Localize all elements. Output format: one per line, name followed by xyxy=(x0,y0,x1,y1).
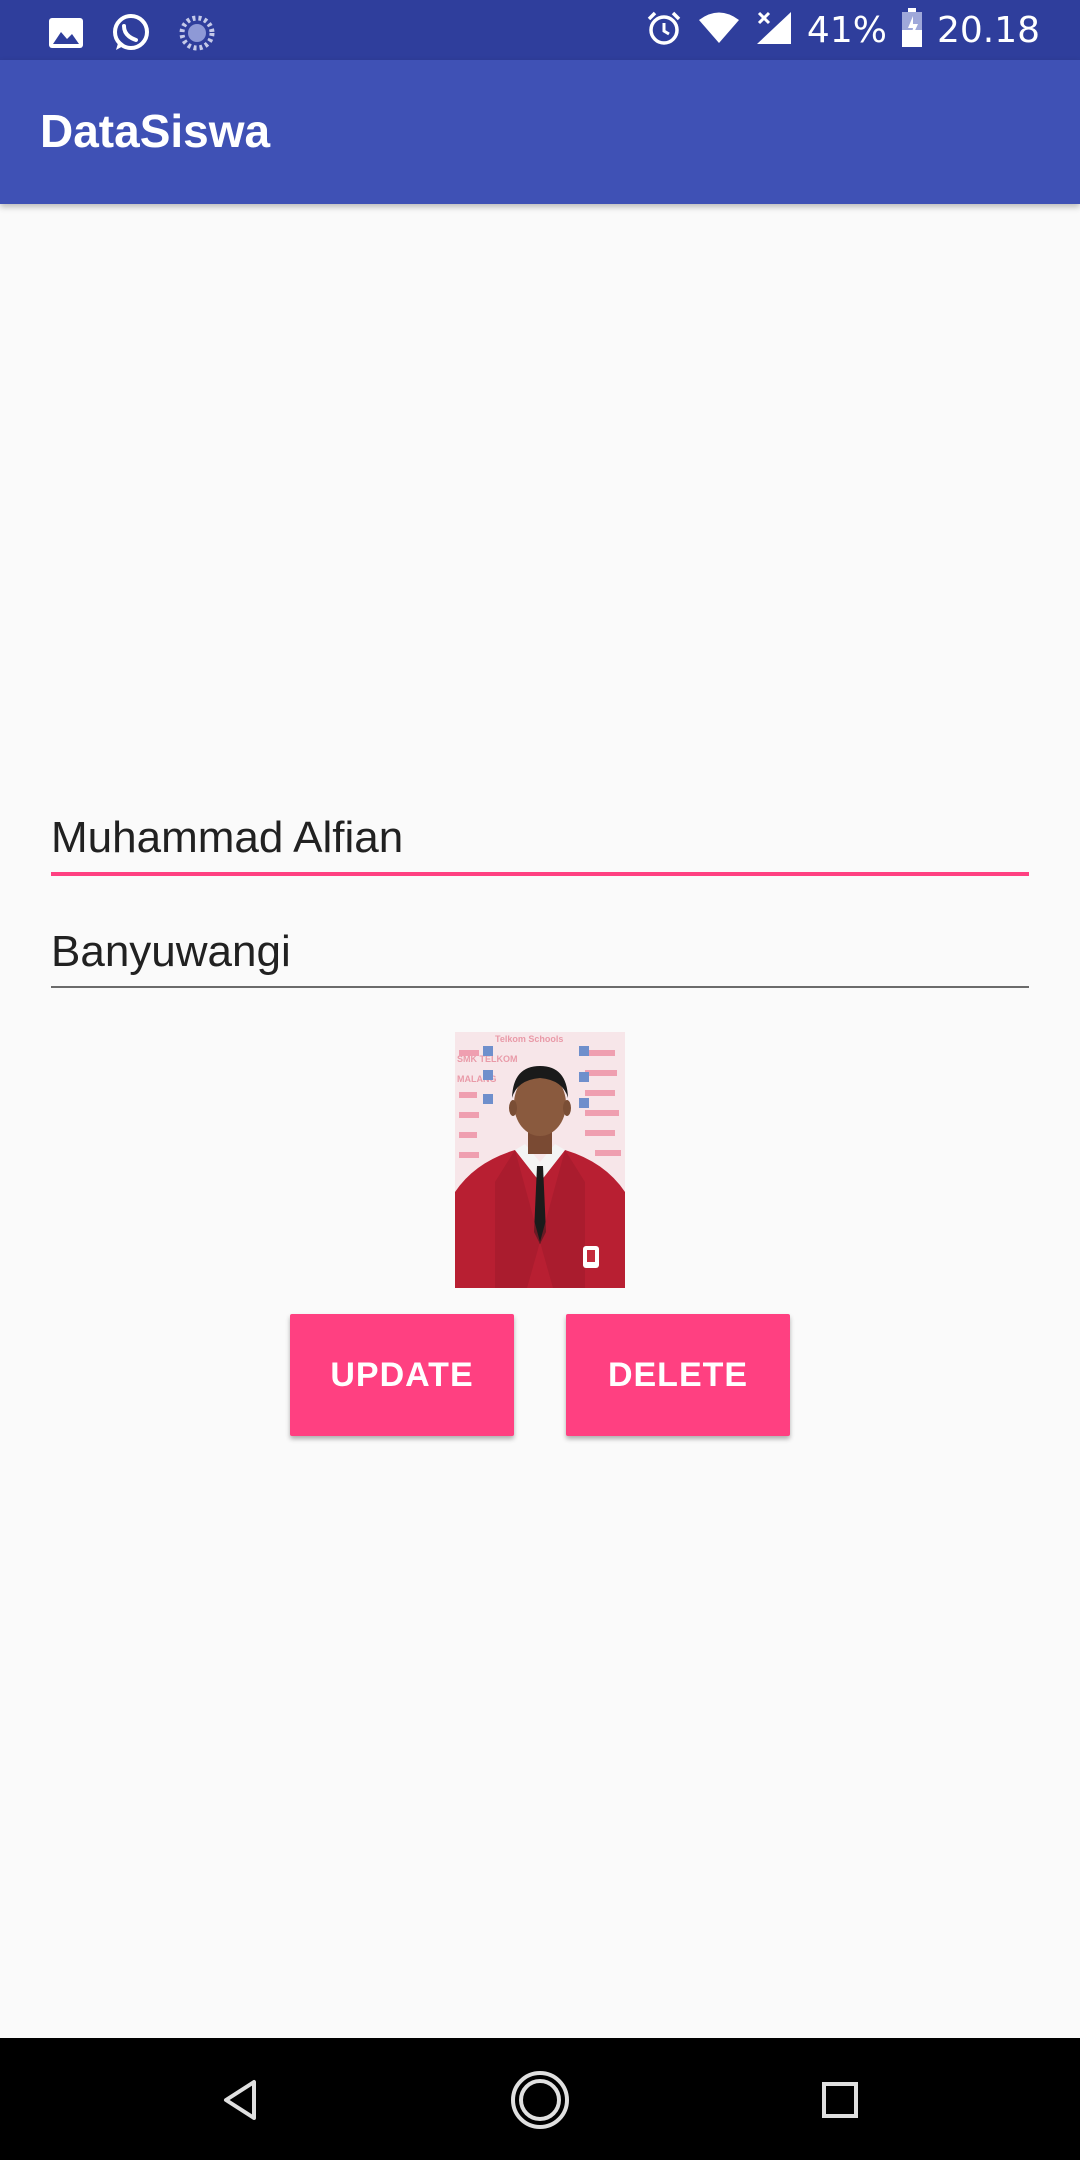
back-icon[interactable] xyxy=(190,2058,290,2142)
clock: 20.18 xyxy=(936,9,1040,51)
delete-button[interactable]: DELETE xyxy=(566,1314,790,1436)
image-icon xyxy=(48,16,84,55)
navigation-bar xyxy=(0,2038,1080,2160)
battery-icon xyxy=(901,7,923,53)
recents-icon[interactable] xyxy=(790,2058,890,2142)
city-field[interactable] xyxy=(51,922,1029,988)
app-bar: DataSiswa xyxy=(0,60,1080,204)
sync-icon xyxy=(178,14,216,57)
name-input[interactable] xyxy=(51,808,1029,868)
city-input[interactable] xyxy=(51,922,1029,982)
battery-percent: 41% xyxy=(806,9,887,51)
name-field-underline xyxy=(51,872,1029,876)
update-button[interactable]: UPDATE xyxy=(290,1314,514,1436)
no-signal-icon xyxy=(755,10,793,51)
app-title: DataSiswa xyxy=(40,105,271,157)
alarm-icon xyxy=(645,9,683,52)
home-icon[interactable] xyxy=(490,2058,590,2142)
city-field-underline xyxy=(51,986,1029,988)
photo-bg-text-1: Telkom Schools xyxy=(495,1034,563,1044)
status-bar: 41% 20.18 xyxy=(0,0,1080,60)
student-photo: Telkom Schools SMK TELKOM MALANG xyxy=(455,1032,625,1288)
whatsapp-icon xyxy=(110,12,152,59)
name-field[interactable] xyxy=(51,808,1029,876)
wifi-icon xyxy=(697,11,741,50)
